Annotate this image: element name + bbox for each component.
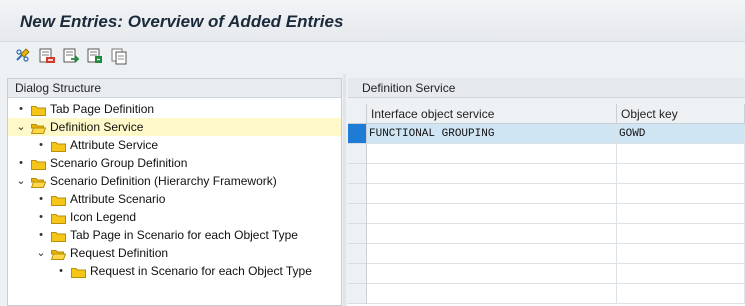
tree-bullet-icon: • (59, 265, 63, 277)
folder-open-icon (30, 175, 47, 188)
tree-node[interactable]: • Icon Legend (8, 208, 341, 226)
cell-object-key[interactable] (617, 284, 745, 304)
cell-object-key[interactable] (617, 164, 745, 184)
expand-arrow-icon[interactable]: ⌄ (16, 172, 26, 190)
table-row[interactable] (348, 244, 745, 264)
pane-splitter[interactable] (343, 74, 346, 306)
cell-object-key[interactable] (617, 144, 745, 164)
table-row[interactable] (348, 184, 745, 204)
tree-bullet-icon: • (19, 157, 23, 169)
row-selector[interactable] (348, 184, 367, 204)
tree-node[interactable]: ⌄ Definition Service (8, 118, 341, 136)
display-change-icon[interactable] (14, 47, 32, 65)
cell-interface-object-service[interactable] (367, 224, 617, 244)
column-header-object-key[interactable]: Object key (617, 104, 745, 124)
folder-icon (51, 211, 66, 224)
copy-entry-icon[interactable] (110, 47, 128, 65)
tree-bullet-icon: • (39, 211, 43, 223)
row-selector[interactable] (348, 204, 367, 224)
cell-object-key[interactable] (617, 204, 745, 224)
row-selector[interactable] (348, 144, 367, 164)
row-selector[interactable] (348, 164, 367, 184)
select-all-corner[interactable] (348, 104, 367, 124)
folder-icon (51, 193, 66, 206)
row-selector[interactable] (348, 284, 367, 304)
tree-node-label[interactable]: Icon Legend (70, 208, 136, 226)
definition-service-panel: Definition Service Interface object serv… (348, 78, 745, 306)
row-selector[interactable] (348, 264, 367, 284)
delete-entry-icon[interactable] (38, 47, 56, 65)
cell-interface-object-service[interactable] (367, 264, 617, 284)
folder-icon (31, 157, 46, 170)
page-title: New Entries: Overview of Added Entries (20, 12, 344, 31)
tree-node[interactable]: ⌄ Request Definition (8, 244, 341, 262)
tree-node-label[interactable]: Scenario Group Definition (50, 154, 187, 172)
previous-entry-icon[interactable] (62, 47, 80, 65)
row-selector[interactable] (348, 224, 367, 244)
tree-node-label[interactable]: Attribute Scenario (70, 190, 165, 208)
tree-node[interactable]: ⌄ Scenario Definition (Hierarchy Framewor… (8, 172, 341, 190)
cell-interface-object-service[interactable] (367, 184, 617, 204)
cell-interface-object-service[interactable] (367, 204, 617, 224)
tree-node-label[interactable]: Request Definition (70, 244, 168, 262)
dialog-structure-header: Dialog Structure (8, 79, 341, 98)
row-selector[interactable] (348, 244, 367, 264)
table-row[interactable] (348, 144, 745, 164)
entries-table: Interface object service Object key FUNC… (348, 104, 745, 306)
title-bar: New Entries: Overview of Added Entries (0, 0, 745, 42)
tree-node[interactable]: • Attribute Scenario (8, 190, 341, 208)
tree-node-label[interactable]: Tab Page Definition (50, 100, 154, 118)
tree-node-label[interactable]: Definition Service (50, 118, 143, 136)
cell-object-key[interactable] (617, 244, 745, 264)
tree-node-label[interactable]: Attribute Service (70, 136, 158, 154)
definition-service-header: Definition Service (348, 78, 745, 98)
table-row[interactable] (348, 164, 745, 184)
folder-icon (31, 103, 46, 116)
tree-bullet-icon: • (19, 103, 23, 115)
table-row[interactable] (348, 224, 745, 244)
expand-arrow-icon[interactable]: ⌄ (36, 244, 46, 262)
folder-icon (51, 139, 66, 152)
folder-open-icon (30, 121, 47, 134)
folder-open-icon (50, 247, 67, 260)
cell-interface-object-service[interactable] (367, 284, 617, 304)
cell-interface-object-service[interactable]: FUNCTIONAL GROUPING (367, 124, 617, 144)
cell-interface-object-service[interactable] (367, 244, 617, 264)
tree-node-label[interactable]: Request in Scenario for each Object Type (90, 262, 312, 280)
cell-object-key[interactable] (617, 184, 745, 204)
cell-object-key[interactable] (617, 264, 745, 284)
table-row[interactable] (348, 204, 745, 224)
tree-node[interactable]: • Request in Scenario for each Object Typ… (8, 262, 341, 280)
application-toolbar (0, 42, 745, 70)
folder-icon (51, 229, 66, 242)
tree-node-label[interactable]: Tab Page in Scenario for each Object Typ… (70, 226, 298, 244)
cell-interface-object-service[interactable] (367, 144, 617, 164)
tree-bullet-icon: • (39, 139, 43, 151)
cell-object-key[interactable]: GOWD (617, 124, 745, 144)
tree-node[interactable]: • Attribute Service (8, 136, 341, 154)
cell-interface-object-service[interactable] (367, 164, 617, 184)
tree-bullet-icon: • (39, 193, 43, 205)
folder-icon (71, 265, 86, 278)
table-row[interactable]: FUNCTIONAL GROUPING GOWD (348, 124, 745, 144)
tree-node[interactable]: • Scenario Group Definition (8, 154, 341, 172)
row-selector[interactable] (348, 124, 367, 144)
next-entry-icon[interactable] (86, 47, 104, 65)
expand-arrow-icon[interactable]: ⌄ (16, 118, 26, 136)
table-row[interactable] (348, 264, 745, 284)
cell-object-key[interactable] (617, 224, 745, 244)
tree-bullet-icon: • (39, 229, 43, 241)
column-header-interface-object-service[interactable]: Interface object service (367, 104, 617, 124)
tree-node[interactable]: • Tab Page Definition (8, 100, 341, 118)
dialog-structure-panel: Dialog Structure • Tab Page Definition ⌄ De… (7, 78, 342, 306)
tree-node-label[interactable]: Scenario Definition (Hierarchy Framework… (50, 172, 277, 190)
table-row[interactable] (348, 284, 745, 304)
tree-node[interactable]: • Tab Page in Scenario for each Object Ty… (8, 226, 341, 244)
